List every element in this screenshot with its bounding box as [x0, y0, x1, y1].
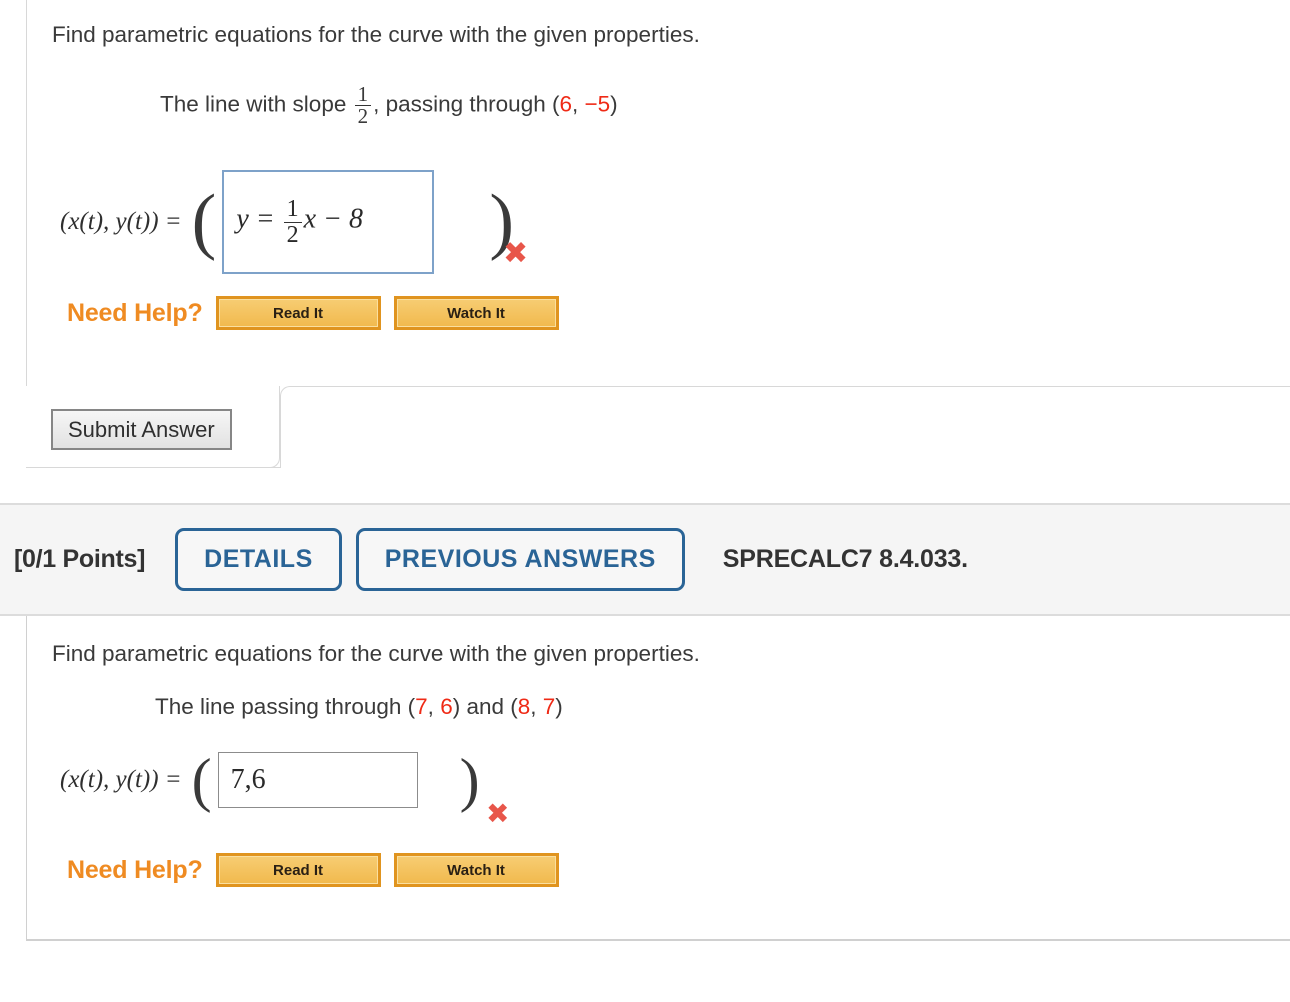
- slope-numerator: 1: [357, 82, 369, 106]
- page-root: Find parametric equations for the curve …: [0, 0, 1290, 1002]
- problem2-subprompt-post: ): [555, 694, 563, 719]
- problem1-answer-y: y =: [236, 203, 282, 235]
- problem1-point-sep: ,: [572, 91, 585, 117]
- problem2-answer-input[interactable]: 7,6: [217, 752, 418, 808]
- need-help-label-1: Need Help?: [67, 298, 203, 327]
- problem1-answer-frac-den: 2: [283, 221, 302, 247]
- problem1-subprompt-mid: , passing through (: [373, 91, 560, 117]
- slope-denominator: 2: [354, 105, 372, 127]
- problem2-subprompt-mid: ) and (: [452, 694, 518, 719]
- problem1-subprompt-pre: The line with slope: [160, 91, 353, 117]
- problem2-subprompt-pre: The line passing through (: [155, 694, 416, 719]
- problem2-p2-x: 8: [517, 694, 531, 719]
- problem1-prompt: Find parametric equations for the curve …: [52, 22, 700, 47]
- problem1-subprompt-post: ): [610, 91, 618, 117]
- problem2-prompt: Find parametric equations for the curve …: [52, 641, 700, 666]
- problem1-need-help-row: Need Help? Read It Watch It: [67, 296, 559, 330]
- problem1-point-y: −5: [584, 91, 611, 117]
- problem2-answer-label: (x(t), y(t)) =: [60, 766, 182, 793]
- slope-fraction: 12: [354, 82, 372, 128]
- problem1-answer-row: (x(t), y(t)) = ( y = 12x − 8 ): [60, 170, 514, 274]
- wrong-answer-x-icon-2: ✖: [486, 797, 510, 830]
- details-button[interactable]: DETAILS: [175, 528, 342, 591]
- watch-it-button-2[interactable]: Watch It: [393, 853, 559, 887]
- exercise-code: SPRECALC7 8.4.033.: [722, 545, 968, 573]
- points-badge: [0/1 Points]: [14, 545, 146, 573]
- problem1-answer-tail: x − 8: [303, 203, 363, 235]
- problem1-subprompt: The line with slope 12, passing through …: [160, 82, 618, 128]
- section-header-bar: [0/1 Points] DETAILS PREVIOUS ANSWERS SP…: [0, 503, 1290, 616]
- problem1-answer-value: y = 12x − 8: [236, 197, 363, 247]
- open-paren-2: (: [191, 747, 212, 813]
- wrong-answer-x-icon-1: ✖: [503, 236, 529, 271]
- problem2-p1-x: 7: [415, 694, 428, 719]
- problem2-p1-y: 6: [440, 694, 453, 719]
- open-paren-1: (: [191, 180, 217, 263]
- submit-answer-button[interactable]: Submit Answer: [51, 409, 232, 451]
- read-it-button-1[interactable]: Read It: [215, 296, 381, 330]
- problem2-answer-value: 7,6: [230, 764, 266, 795]
- need-help-label-2: Need Help?: [67, 855, 203, 884]
- problem1-answer-fraction: 12: [283, 196, 302, 247]
- read-it-button-2[interactable]: Read It: [215, 853, 381, 887]
- problem1-answer-label: (x(t), y(t)) =: [60, 208, 182, 235]
- watch-it-button-1[interactable]: Watch It: [393, 296, 559, 330]
- problem1-answer-input[interactable]: y = 12x − 8: [222, 170, 435, 274]
- problem1-point-x: 6: [559, 91, 572, 117]
- problem1-answer-frac-num: 1: [286, 196, 299, 223]
- close-paren-2: ): [459, 747, 480, 813]
- problem2-p2-y: 7: [542, 694, 556, 719]
- problem2-need-help-row: Need Help? Read It Watch It: [67, 853, 559, 887]
- previous-answers-button[interactable]: PREVIOUS ANSWERS: [355, 528, 685, 591]
- submit-answer-container: Submit Answer: [26, 386, 280, 468]
- problem2-p2-sep: ,: [530, 694, 543, 719]
- submit-row-panel: [280, 386, 1290, 468]
- problem2-answer-row: (x(t), y(t)) = ( 7,6 ): [60, 747, 480, 813]
- problem2-subprompt: The line passing through (7, 6) and (8, …: [155, 694, 563, 720]
- problem2-p1-sep: ,: [427, 694, 441, 719]
